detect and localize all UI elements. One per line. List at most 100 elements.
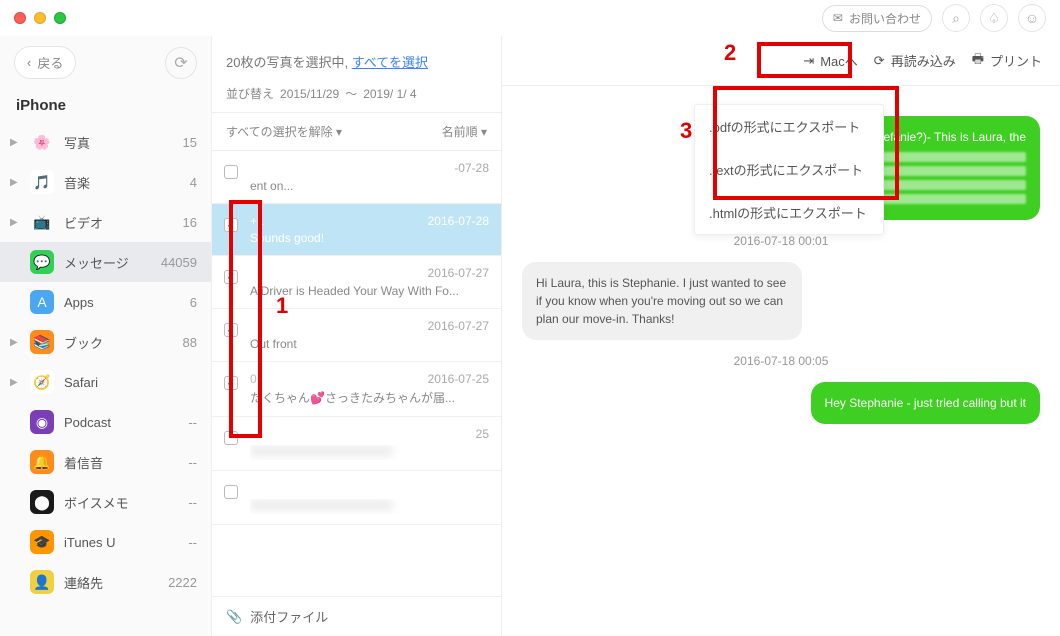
back-button[interactable]: ‹ 戻る [14,46,76,79]
bell-icon[interactable]: ♤ [980,4,1008,32]
sidebar-item[interactable]: AApps6 [0,282,211,322]
attachments-label: 添付ファイル [250,607,328,626]
export-dropdown: .pdfの形式にエクスポート.textの形式にエクスポート.htmlの形式にエク… [694,104,884,235]
date-sep: ～ [345,85,357,102]
sidebar-item-count: 44059 [161,255,197,270]
reload-icon: ⟳ [874,53,885,69]
message-preview: ent on... [250,179,489,193]
sidebar-item-count: -- [188,535,197,550]
chevron-down-icon: ▾ [336,125,342,139]
checkbox[interactable] [224,431,238,445]
message-date: 25 [476,427,489,442]
sidebar-item[interactable]: ⬤ボイスメモ-- [0,482,211,522]
message-list: -07-28ent on...✓+12016-07-28Sounds good!… [212,151,501,596]
reload-label: 再読み込み [891,51,956,70]
export-option[interactable]: .pdfの形式にエクスポート [695,105,883,148]
print-button[interactable]: 🖶 プリント [972,50,1042,72]
chevron-left-icon: ‹ [27,55,31,70]
message-bubble-out: Hey Stephanie - just tried calling but i… [811,382,1040,424]
message-list-item[interactable]: 25 [212,417,501,471]
sidebar-item-icon: A [30,290,54,314]
checkbox[interactable]: ✓ [224,323,238,337]
export-option[interactable]: .textの形式にエクスポート [695,148,883,191]
user-icon[interactable]: ☺ [1018,4,1046,32]
select-all-link[interactable]: すべてを選択 [352,55,428,70]
message-list-item[interactable] [212,471,501,525]
message-list-item[interactable]: -07-28ent on... [212,151,501,204]
message-list-item[interactable]: ✓2016-07-27A Driver is Headed Your Way W… [212,256,501,309]
envelope-icon: ✉ [833,11,843,25]
sidebar-list: ▶🌸写真15▶🎵音楽4▶📺ビデオ16💬メッセージ44059AApps6▶📚ブック… [0,122,211,636]
sidebar-item-icon: 🎓 [30,530,54,554]
message-date: 2016-07-28 [428,214,489,228]
message-preview: Out front [250,337,489,351]
message-text: Hey Stephanie - just tried calling but i… [825,396,1026,410]
sidebar-item[interactable]: ▶ 📚 ブック 88 [0,322,211,362]
sort-name-dropdown[interactable]: 名前順 ▾ [442,123,487,140]
export-mac-label: Macへ [820,51,858,70]
sidebar-item-label: ブック [64,333,103,352]
message-preview: A Driver is Headed Your Way With Fo... [250,284,489,298]
sidebar-item[interactable]: 👤連絡先2222 [0,562,211,602]
sidebar-item[interactable]: ▶🎵音楽4 [0,162,211,202]
attachments-row[interactable]: 📎 添付ファイル [212,596,501,636]
message-text: Hi Laura, this is Stephanie. I just want… [536,276,786,326]
sidebar-item-icon: 🔔 [30,450,54,474]
checkbox[interactable] [224,485,238,499]
sidebar-item-icon: ⬤ [30,490,54,514]
sidebar-item-label: Podcast [64,415,111,430]
sidebar-item-count: 6 [190,295,197,310]
device-label: iPhone [0,89,211,122]
conversation-pane: ⇥ Macへ ⟳ 再読み込み 🖶 プリント .pdfの形式にエクスポート.tex… [502,36,1060,636]
contact-button[interactable]: ✉ お問い合わせ [822,5,932,32]
sort-label: 並び替え [226,85,274,102]
checkbox[interactable]: ✓ [224,218,238,232]
sidebar: ‹ 戻る ⟳ iPhone ▶🌸写真15▶🎵音楽4▶📺ビデオ16💬メッセージ44… [0,36,212,636]
sidebar-item-count: 88 [183,335,197,350]
date-from[interactable]: 2015/11/29 [280,87,339,101]
sidebar-item-label: 写真 [64,133,90,152]
message-bubble-in: Hi Laura, this is Stephanie. I just want… [522,262,802,340]
sidebar-item-icon: 📚 [30,330,54,354]
window-close[interactable] [14,12,26,24]
sidebar-item[interactable]: ◉Podcast-- [0,402,211,442]
timestamp: 2016-07-18 00:05 [734,354,829,368]
checkbox[interactable] [224,165,238,179]
window-maximize[interactable] [54,12,66,24]
refresh-icon: ⟳ [174,53,187,73]
sidebar-item[interactable]: 💬メッセージ44059 [0,242,211,282]
window-minimize[interactable] [34,12,46,24]
checkbox[interactable]: ✓ [224,376,238,390]
export-mac-button[interactable]: ⇥ Macへ [803,51,857,70]
sidebar-item[interactable]: ▶📺ビデオ16 [0,202,211,242]
sidebar-item-label: iTunes U [64,535,116,550]
message-title: 0 [250,372,257,386]
sidebar-item[interactable]: 🎓 iTunes U -- [0,522,211,562]
sort-row: 並び替え 2015/11/29 ～ 2019/ 1/ 4 [212,81,501,113]
message-list-item[interactable]: ✓02016-07-25たくちゃん💕さっきたみちゃんが届... [212,362,501,417]
search-icon[interactable]: ⌕ [942,4,970,32]
message-preview [250,445,489,460]
refresh-button[interactable]: ⟳ [165,47,197,79]
checkbox[interactable]: ✓ [224,270,238,284]
sidebar-item-icon: 👤 [30,570,54,594]
sidebar-item-icon: 🌸 [30,130,54,154]
message-list-item[interactable]: ✓+12016-07-28Sounds good! [212,204,501,256]
sidebar-item-count: 4 [190,175,197,190]
selection-row: 20枚の写真を選択中, すべてを選択 [212,36,501,81]
conversation-toolbar: ⇥ Macへ ⟳ 再読み込み 🖶 プリント [502,36,1060,86]
deselect-all-link[interactable]: すべての選択を解除 ▾ [226,123,342,140]
message-date: 2016-07-27 [428,319,489,334]
message-list-item[interactable]: ✓ 2016-07-27 Out front [212,309,501,362]
sidebar-item[interactable]: 🔔着信音-- [0,442,211,482]
sidebar-item-label: 連絡先 [64,573,103,592]
date-to[interactable]: 2019/ 1/ 4 [363,87,416,101]
paperclip-icon: 📎 [226,609,242,625]
sidebar-item[interactable]: ▶🌸写真15 [0,122,211,162]
sidebar-item[interactable]: ▶🧭Safari [0,362,211,402]
reload-button[interactable]: ⟳ 再読み込み [874,51,956,70]
export-option[interactable]: .htmlの形式にエクスポート [695,191,883,234]
chevron-right-icon: ▶ [10,337,20,348]
timestamp: 2016-07-18 00:01 [734,234,829,248]
titlebar: ✉ お問い合わせ ⌕ ♤ ☺ [0,0,1060,36]
